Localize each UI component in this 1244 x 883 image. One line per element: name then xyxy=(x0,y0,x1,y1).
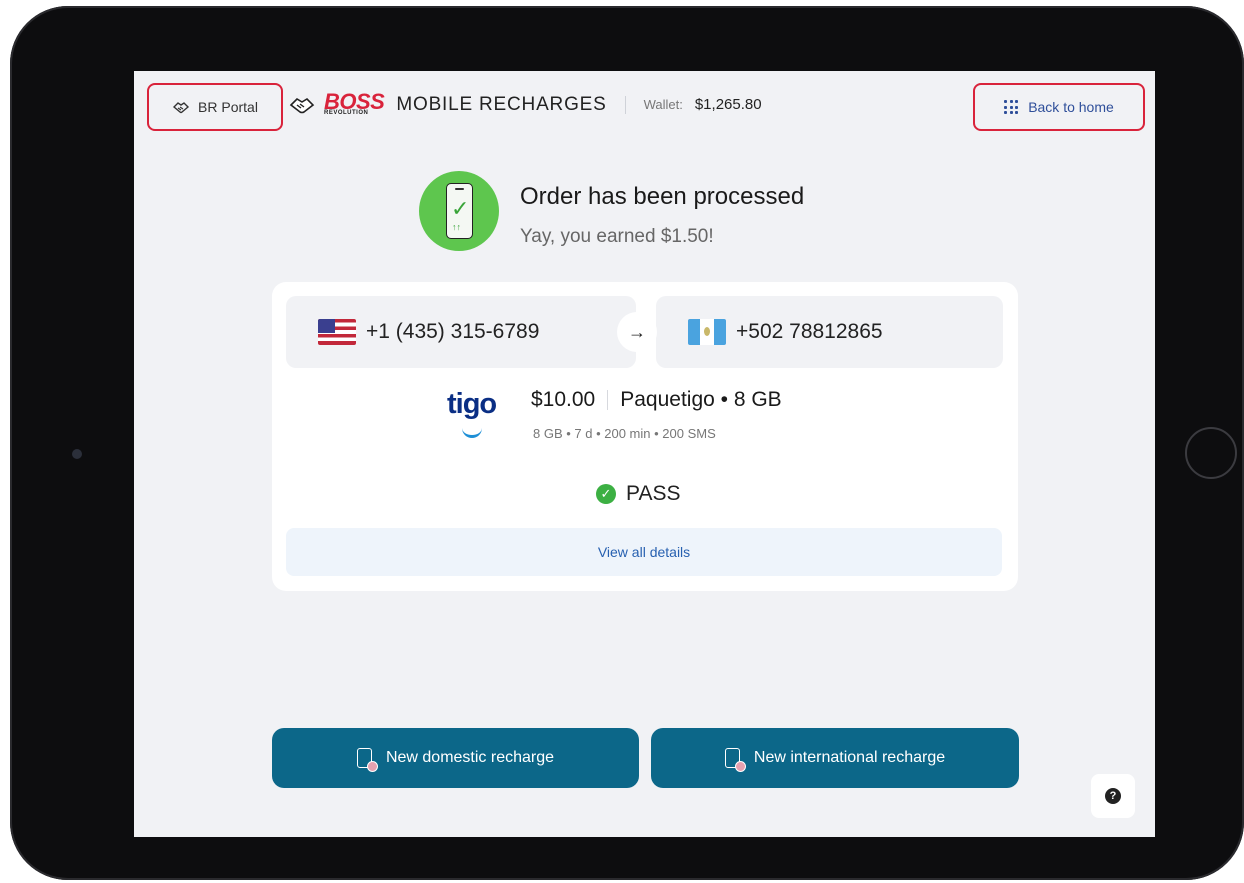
sender-number-box: +1 (435) 315-6789 xyxy=(286,296,636,368)
success-phone-icon: ✓ ↑↑ xyxy=(419,171,499,251)
tigo-logo-smile xyxy=(462,425,482,438)
brand-header: BOSS REVOLUTION MOBILE RECHARGES Wallet:… xyxy=(288,89,762,117)
price-divider xyxy=(607,390,609,410)
help-button[interactable]: ? xyxy=(1091,774,1135,818)
br-portal-button[interactable]: BR Portal xyxy=(147,83,283,131)
app-screen: BR Portal BOSS REVOLUTION MOBILE RECHARG… xyxy=(134,71,1155,837)
wallet-balance: $1,265.80 xyxy=(694,96,762,113)
plan-summary: $10.00 Paquetigo • 8 GB xyxy=(531,388,782,412)
back-to-home-button[interactable]: Back to home xyxy=(973,83,1145,131)
boss-wordmark: BOSS xyxy=(324,89,385,114)
wallet-label: Wallet: xyxy=(643,97,683,112)
plan-name: Paquetigo • 8 GB xyxy=(620,388,782,411)
front-camera xyxy=(72,449,82,459)
earned-message: Yay, you earned $1.50! xyxy=(520,226,714,247)
plan-details: 8 GB • 7 d • 200 min • 200 SMS xyxy=(533,426,716,441)
new-domestic-label: New domestic recharge xyxy=(385,749,555,766)
guatemala-flag-icon xyxy=(688,319,726,345)
domestic-phone-icon xyxy=(356,748,378,772)
recharge-amount: $10.00 xyxy=(531,388,596,411)
br-portal-label: BR Portal xyxy=(198,99,258,115)
new-domestic-recharge-button[interactable]: New domestic recharge xyxy=(272,728,639,788)
order-status-title: Order has been processed xyxy=(520,183,805,210)
back-to-home-label: Back to home xyxy=(1028,99,1114,115)
international-phone-icon xyxy=(724,748,746,772)
new-international-label: New international recharge xyxy=(753,749,946,766)
handshake-icon xyxy=(172,102,190,114)
status-text: PASS xyxy=(626,482,681,505)
grid-menu-icon xyxy=(1004,100,1019,114)
us-flag-icon xyxy=(318,319,356,345)
tablet-frame: BR Portal BOSS REVOLUTION MOBILE RECHARG… xyxy=(10,6,1244,880)
status-badge: ✓ PASS xyxy=(596,482,680,506)
boss-logo: BOSS REVOLUTION xyxy=(324,89,385,117)
header-divider xyxy=(624,95,626,114)
home-button[interactable] xyxy=(1185,427,1237,479)
sender-number: +1 (435) 315-6789 xyxy=(366,320,540,343)
recipient-number: +502 78812865 xyxy=(736,320,883,343)
check-circle-icon: ✓ xyxy=(596,484,616,504)
tigo-logo: tigo xyxy=(447,388,497,420)
app-title: MOBILE RECHARGES xyxy=(396,93,607,115)
top-bar: BR Portal BOSS REVOLUTION MOBILE RECHARG… xyxy=(134,71,1155,143)
recipient-number-box: +502 78812865 xyxy=(656,296,1003,368)
arrow-right-icon: → xyxy=(617,312,657,352)
new-international-recharge-button[interactable]: New international recharge xyxy=(651,728,1019,788)
view-all-details-button[interactable]: View all details xyxy=(286,528,1002,576)
question-icon: ? xyxy=(1105,788,1121,804)
boss-logo-icon xyxy=(289,97,315,113)
order-summary-card: +1 (435) 315-6789 +502 78812865 → tigo $… xyxy=(272,282,1018,591)
